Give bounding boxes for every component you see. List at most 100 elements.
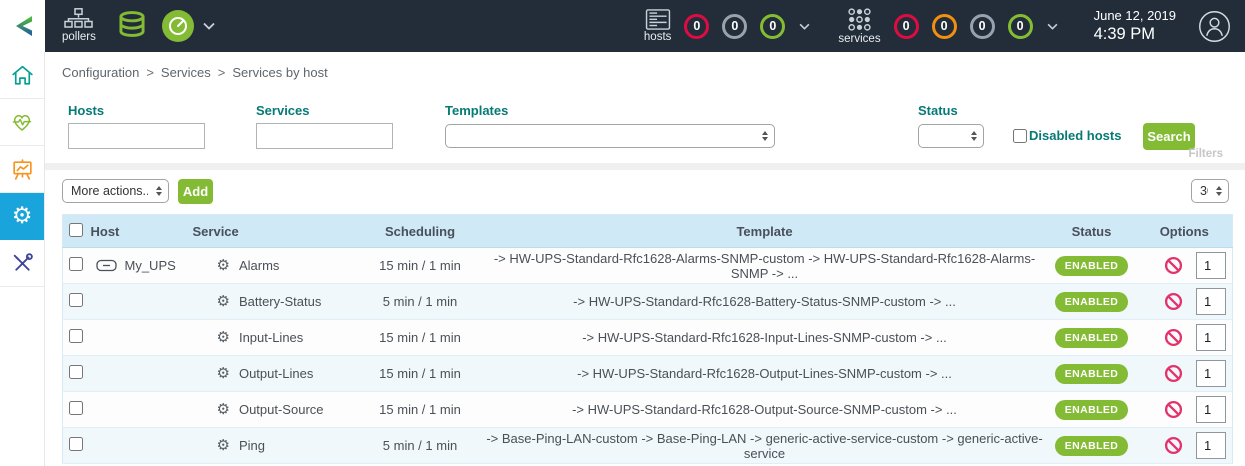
scheduling-value: 15 min / 1 min (358, 320, 483, 356)
scheduling-value: 15 min / 1 min (358, 248, 483, 284)
table-row: ⚙ Output-Source 15 min / 1 min -> HW-UPS-… (63, 392, 1233, 428)
gauge-icon (161, 9, 195, 43)
services-label: services (838, 34, 880, 46)
sidebar-item-configuration[interactable]: ⚙ (0, 193, 44, 240)
sidebar-item-monitoring[interactable] (0, 99, 44, 146)
row-checkbox[interactable] (69, 329, 83, 343)
scheduling-value: 5 min / 1 min (358, 428, 483, 464)
hosts-unreachable-value: 0 (731, 19, 738, 33)
disable-icon[interactable] (1164, 256, 1183, 275)
hosts-up-counter[interactable]: 0 (760, 14, 785, 39)
scheduling-value: 5 min / 1 min (358, 284, 483, 320)
services-filter-input[interactable] (256, 123, 393, 149)
services-filter-label: Services (256, 103, 393, 118)
centreon-logo-icon (10, 13, 36, 39)
top-header: pollers hosts (0, 0, 1245, 52)
database-status[interactable] (116, 10, 148, 42)
service-name[interactable]: Input-Lines (239, 330, 303, 345)
duplicate-count-input[interactable] (1196, 252, 1226, 279)
row-checkbox[interactable] (69, 437, 83, 451)
breadcrumb-configuration[interactable]: Configuration (62, 65, 139, 80)
hosts-dropdown-toggle[interactable] (799, 23, 810, 30)
services-unknown-value: 0 (979, 19, 986, 33)
table-row: ⚙Ping 5 min / 1 min -> Base-Ping-LAN-cus… (63, 428, 1233, 464)
disable-icon[interactable] (1164, 328, 1183, 347)
template-chain: -> HW-UPS-Standard-Rfc1628-Output-Source… (483, 392, 1047, 428)
service-name[interactable]: Output-Lines (239, 366, 313, 381)
templates-filter-select[interactable] (445, 124, 775, 148)
add-button[interactable]: Add (178, 179, 213, 204)
status-filter-label: Status (918, 103, 984, 118)
user-menu[interactable] (1198, 10, 1231, 43)
services-critical-counter[interactable]: 0 (894, 14, 919, 39)
breadcrumb: Configuration>Services>Services by host (62, 65, 328, 80)
template-chain: -> HW-UPS-Standard-Rfc1628-Battery-Statu… (483, 284, 1047, 320)
hosts-up-value: 0 (769, 19, 776, 33)
home-icon (10, 63, 35, 88)
sidebar-item-home[interactable] (0, 52, 44, 99)
status-badge: ENABLED (1055, 292, 1129, 312)
duplicate-count-input[interactable] (1196, 324, 1226, 351)
column-header-service: Service (193, 215, 358, 248)
services-warning-value: 0 (941, 19, 948, 33)
more-actions-select[interactable]: More actions... (62, 179, 169, 203)
pollers-menu[interactable]: pollers (62, 8, 96, 44)
hosts-unreachable-counter[interactable]: 0 (722, 14, 747, 39)
duplicate-count-input[interactable] (1196, 396, 1226, 423)
disable-icon[interactable] (1164, 436, 1183, 455)
row-checkbox[interactable] (69, 401, 83, 415)
select-all-checkbox[interactable] (69, 223, 83, 237)
sidebar-item-reporting[interactable] (0, 146, 44, 193)
status-badge: ENABLED (1055, 400, 1129, 420)
service-name[interactable]: Output-Source (239, 402, 324, 417)
template-chain: -> HW-UPS-Standard-Rfc1628-Output-Lines-… (483, 356, 1047, 392)
scheduling-value: 15 min / 1 min (358, 392, 483, 428)
services-critical-value: 0 (903, 19, 910, 33)
hosts-filter-input[interactable] (68, 123, 205, 149)
services-table: Host Service Scheduling Template Status … (62, 214, 1233, 464)
heartbeat-icon (9, 110, 35, 134)
hosts-down-value: 0 (693, 19, 700, 33)
header-dropdown-toggle[interactable] (203, 22, 215, 30)
services-dropdown-toggle[interactable] (1047, 23, 1058, 30)
table-header-row: Host Service Scheduling Template Status … (63, 215, 1233, 248)
services-icon (847, 7, 872, 32)
centreon-logo[interactable] (0, 0, 45, 52)
disable-icon[interactable] (1164, 364, 1183, 383)
filters-caption: Filters (1188, 148, 1223, 160)
disable-icon[interactable] (1164, 400, 1183, 419)
sidebar-item-administration[interactable] (0, 240, 44, 287)
disable-icon[interactable] (1164, 292, 1183, 311)
duplicate-count-input[interactable] (1196, 360, 1226, 387)
services-unknown-counter[interactable]: 0 (970, 14, 995, 39)
gauge-status[interactable] (161, 9, 195, 43)
page-size-select[interactable]: 30 (1191, 179, 1229, 203)
row-checkbox[interactable] (69, 293, 83, 307)
service-name[interactable]: Battery-Status (239, 294, 321, 309)
host-name[interactable]: My_UPS (125, 258, 176, 273)
hosts-filter-label: Hosts (68, 103, 205, 118)
status-filter-select[interactable] (918, 124, 984, 148)
hosts-menu[interactable]: hosts (644, 9, 672, 44)
service-gear-icon: ⚙ (217, 402, 230, 417)
services-ok-counter[interactable]: 0 (1008, 14, 1033, 39)
row-checkbox[interactable] (69, 365, 83, 379)
sidebar: ⚙ (0, 52, 45, 466)
disabled-hosts-filter: Disabled hosts (1013, 128, 1121, 143)
chevron-down-icon (1047, 23, 1058, 30)
chevron-down-icon (203, 22, 215, 30)
services-warning-counter[interactable]: 0 (932, 14, 957, 39)
service-name[interactable]: Alarms (239, 258, 279, 273)
services-menu[interactable]: services (838, 7, 880, 46)
row-checkbox[interactable] (69, 257, 83, 271)
duplicate-count-input[interactable] (1196, 432, 1226, 459)
breadcrumb-separator: > (146, 65, 154, 80)
search-button[interactable]: Search (1143, 123, 1195, 150)
disabled-hosts-checkbox[interactable] (1013, 129, 1027, 143)
service-name[interactable]: Ping (239, 438, 265, 453)
breadcrumb-services[interactable]: Services (161, 65, 211, 80)
gear-icon: ⚙ (12, 205, 33, 228)
duplicate-count-input[interactable] (1196, 288, 1226, 315)
hosts-down-counter[interactable]: 0 (684, 14, 709, 39)
status-badge: ENABLED (1055, 256, 1129, 276)
